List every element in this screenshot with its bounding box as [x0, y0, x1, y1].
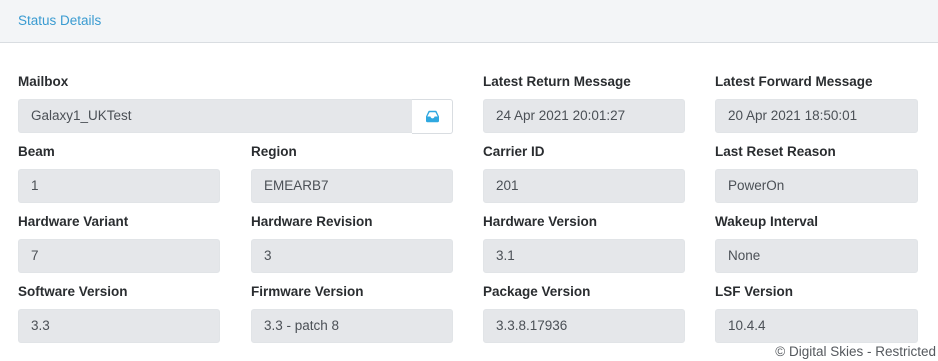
hardware-revision-label: Hardware Revision — [251, 214, 373, 229]
wakeup-interval-label: Wakeup Interval — [715, 214, 819, 229]
copyright-footer: © Digital Skies - Restricted — [775, 344, 936, 359]
last-reset-label: Last Reset Reason — [715, 144, 836, 159]
mailbox-label: Mailbox — [18, 74, 69, 89]
hardware-variant-field[interactable]: 7 — [18, 239, 220, 273]
latest-return-field[interactable]: 24 Apr 2021 20:01:27 — [483, 99, 685, 133]
hardware-version-label: Hardware Version — [483, 214, 598, 229]
lsf-version-field[interactable]: 10.4.4 — [715, 309, 918, 343]
beam-field[interactable]: 1 — [18, 169, 220, 203]
region-label: Region — [251, 144, 297, 159]
software-version-field[interactable]: 3.3 — [18, 309, 220, 343]
latest-forward-label: Latest Forward Message — [715, 74, 873, 89]
firmware-version-field[interactable]: 3.3 - patch 8 — [251, 309, 453, 343]
wakeup-interval-field[interactable]: None — [715, 239, 918, 273]
lsf-version-label: LSF Version — [715, 284, 794, 299]
beam-label: Beam — [18, 144, 55, 159]
package-version-field[interactable]: 3.3.8.17936 — [483, 309, 685, 343]
hardware-revision-field[interactable]: 3 — [251, 239, 453, 273]
hardware-variant-label: Hardware Variant — [18, 214, 129, 229]
latest-return-label: Latest Return Message — [483, 74, 631, 89]
status-details-header: Status Details — [0, 0, 938, 43]
hardware-version-field[interactable]: 3.1 — [483, 239, 685, 273]
carrier-id-field[interactable]: 201 — [483, 169, 685, 203]
mailbox-field[interactable]: Galaxy1_UKTest — [18, 99, 413, 133]
software-version-label: Software Version — [18, 284, 128, 299]
inbox-icon — [426, 110, 439, 123]
mailbox-inbox-button[interactable] — [412, 99, 453, 134]
region-field[interactable]: EMEARB7 — [251, 169, 453, 203]
package-version-label: Package Version — [483, 284, 591, 299]
panel-title: Status Details — [18, 13, 102, 28]
carrier-id-label: Carrier ID — [483, 144, 545, 159]
latest-forward-field[interactable]: 20 Apr 2021 18:50:01 — [715, 99, 918, 133]
firmware-version-label: Firmware Version — [251, 284, 364, 299]
last-reset-field[interactable]: PowerOn — [715, 169, 918, 203]
